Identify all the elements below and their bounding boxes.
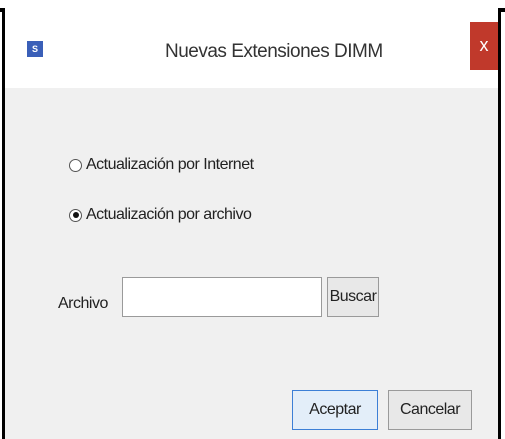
radio-file[interactable] xyxy=(69,208,82,222)
title-bar[interactable]: S Nuevas Extensiones DIMM x xyxy=(5,12,498,89)
option-internet[interactable]: Actualización por Internet xyxy=(69,156,254,174)
dialog-title: Nuevas Extensiones DIMM xyxy=(165,41,383,62)
file-path-input[interactable] xyxy=(122,277,322,317)
cancel-button[interactable]: Cancelar xyxy=(388,390,472,430)
search-button[interactable]: Buscar xyxy=(327,277,379,317)
close-button[interactable]: x xyxy=(470,22,498,70)
app-logo-icon: S xyxy=(27,41,43,57)
option-file-label: Actualización por archivo xyxy=(86,206,252,223)
accept-button[interactable]: Aceptar xyxy=(292,390,378,430)
option-file[interactable]: Actualización por archivo xyxy=(69,206,252,224)
radio-internet[interactable] xyxy=(69,158,82,172)
dialog-body: Actualización por Internet Actualización… xyxy=(5,88,498,439)
dialog-window: S Nuevas Extensiones DIMM x Actualizació… xyxy=(2,8,501,439)
file-field-label: Archivo xyxy=(58,295,108,312)
option-internet-label: Actualización por Internet xyxy=(86,156,254,173)
